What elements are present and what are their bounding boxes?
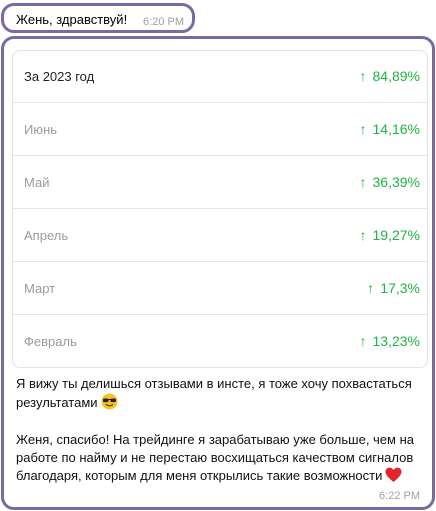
message-text: Жень, здравствуй! [16, 12, 128, 27]
arrow-up-icon: ↑ [359, 227, 367, 243]
message-bubble-greeting[interactable]: Жень, здравствуй! 6:20 PM [1, 3, 195, 33]
result-change: ↑ 17,3% [367, 280, 420, 296]
result-change: ↑ 84,89% [359, 68, 420, 84]
result-change: ↑ 13,23% [359, 333, 420, 349]
sunglasses-emoji-icon [101, 393, 118, 415]
result-period: Июнь [24, 122, 58, 137]
arrow-up-icon: ↑ [359, 174, 367, 190]
message-paragraph: Я вижу ты делишься отзывами в инсте, я т… [16, 375, 420, 415]
result-period: Февраль [24, 334, 77, 349]
arrow-up-icon: ↑ [359, 68, 367, 84]
result-period: Май [24, 175, 50, 190]
result-row-june: Июнь ↑ 14,16% [13, 104, 427, 156]
red-heart-emoji-icon [385, 467, 402, 488]
message-text: Я вижу ты делишься отзывами в инсте, я т… [16, 375, 420, 488]
result-change: ↑ 19,27% [359, 227, 420, 243]
message-paragraph: Женя, спасибо! На трейдинге я зарабатыва… [16, 431, 420, 488]
result-change: ↑ 36,39% [359, 174, 420, 190]
arrow-up-icon: ↑ [367, 280, 375, 296]
result-row-march: Март ↑ 17,3% [13, 263, 427, 315]
results-card: За 2023 год ↑ 84,89% Июнь ↑ 14,16% Май ↑ 36… [12, 50, 428, 368]
result-row-may: Май ↑ 36,39% [13, 157, 427, 209]
result-period: За 2023 год [24, 69, 95, 84]
result-period: Апрель [24, 228, 69, 243]
result-change: ↑ 14,16% [359, 121, 420, 137]
result-row-year: За 2023 год ↑ 84,89% [13, 51, 427, 103]
message-time: 6:22 PM [379, 490, 420, 502]
message-bubble-results[interactable]: За 2023 год ↑ 84,89% Июнь ↑ 14,16% Май ↑ 36… [1, 36, 435, 510]
result-row-february: Февраль ↑ 13,23% [13, 316, 427, 368]
message-time: 6:20 PM [143, 16, 184, 28]
arrow-up-icon: ↑ [359, 121, 367, 137]
arrow-up-icon: ↑ [359, 333, 367, 349]
result-period: Март [24, 281, 56, 296]
result-row-april: Апрель ↑ 19,27% [13, 210, 427, 262]
